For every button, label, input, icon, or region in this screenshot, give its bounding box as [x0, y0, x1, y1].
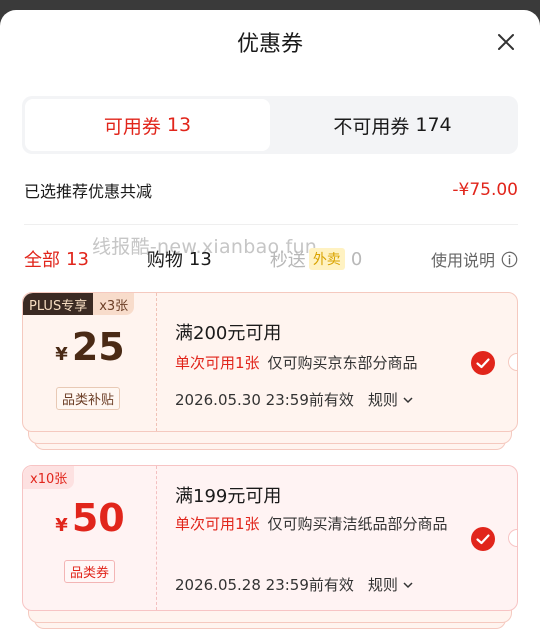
currency-symbol: ¥: [55, 515, 68, 536]
coupon-validity: 2026.05.30 23:59前有效 规则: [175, 389, 414, 410]
chevron-down-icon: [403, 396, 413, 403]
filter-shopping-label: 购物: [146, 250, 183, 271]
coupon-qty: x10张: [23, 466, 75, 489]
scope-text: 仅可购买京东部分商品: [267, 354, 418, 372]
selected-check-icon[interactable]: [471, 527, 495, 551]
usage-help-label: 使用说明: [430, 251, 495, 270]
filter-all[interactable]: 全部 13: [24, 246, 89, 272]
tab-available-label: 可用券: [103, 115, 161, 138]
coupon-validity: 2026.05.28 23:59前有效 规则: [175, 574, 414, 595]
tab-unavailable-count: 174: [415, 114, 452, 136]
currency-symbol: ¥: [55, 344, 68, 365]
coupon-notch: [508, 529, 517, 547]
summary-value: -¥75.00: [452, 180, 518, 200]
usage-help-link[interactable]: 使用说明: [431, 247, 518, 271]
amount-value: 50: [71, 496, 125, 540]
filter-bar: 全部 13 购物 13 秒送 外卖 0 使用说明: [24, 244, 518, 274]
header: 优惠券: [0, 10, 540, 72]
coupon-value-area: PLUS专享 x3张 ¥25 品类补贴: [23, 293, 157, 431]
close-icon: [498, 34, 514, 50]
divider: [24, 224, 518, 225]
tab-unavailable[interactable]: 不可用券 174: [270, 99, 515, 151]
tab-unavailable-label: 不可用券: [333, 115, 410, 138]
coupon-notch: [508, 353, 517, 371]
coupon-stack-shadow: [28, 430, 512, 444]
coupon-type-tag: 品类补贴: [56, 387, 121, 410]
coupon-value-area: x10张 ¥50 品类券: [23, 466, 157, 610]
filter-miaosong[interactable]: 秒送 外卖 0: [270, 246, 362, 272]
amount-value: 25: [71, 325, 125, 369]
coupon-condition: 满199元可用: [175, 486, 282, 507]
validity-text: 2026.05.30 23:59前有效: [175, 391, 354, 409]
chevron-down-icon: [403, 581, 413, 588]
rule-toggle[interactable]: 规则: [368, 389, 414, 410]
coupon-stack-shadow: [28, 609, 512, 623]
coupon-body: PLUS专享 x3张 ¥25 品类补贴 满200元可用 单次可用1张 仅可购买京东…: [22, 292, 518, 432]
coupon-sheet: 优惠券 可用券 13 不可用券 174 已选推荐优惠共减 -¥75.00 线报酷…: [0, 10, 540, 633]
rule-toggle[interactable]: 规则: [368, 574, 414, 595]
tab-available[interactable]: 可用券 13: [25, 99, 270, 151]
info-icon: [501, 251, 518, 267]
filter-miaosong-label: 秒送: [269, 250, 306, 271]
coupon-scope: 单次可用1张 仅可购买京东部分商品: [175, 351, 465, 375]
filter-shopping-count: 13: [188, 248, 212, 270]
coupon-amount: ¥50: [23, 496, 157, 548]
coupon-detail: 满200元可用 单次可用1张 仅可购买京东部分商品 2026.05.30 23:5…: [175, 293, 467, 431]
summary-label: 已选推荐优惠共减: [24, 182, 153, 201]
coupon-tabs: 可用券 13 不可用券 174: [22, 96, 518, 154]
coupon-amount: ¥25: [23, 325, 157, 377]
coupon-card[interactable]: x10张 ¥50 品类券 满199元可用 单次可用1张 仅可购买清洁纸品部分商品 …: [22, 465, 518, 633]
tab-available-count: 13: [166, 114, 192, 136]
close-button[interactable]: [494, 30, 518, 54]
validity-text: 2026.05.28 23:59前有效: [175, 576, 354, 594]
filter-all-label: 全部: [24, 250, 60, 271]
waimai-tag: 外卖: [308, 248, 345, 270]
coupon-type-tag: 品类券: [64, 560, 116, 583]
plus-label: PLUS专享: [23, 293, 94, 315]
coupon-detail: 满199元可用 单次可用1张 仅可购买清洁纸品部分商品 2026.05.28 23…: [175, 466, 467, 610]
discount-summary: 已选推荐优惠共减 -¥75.00: [24, 178, 518, 202]
coupon-card[interactable]: PLUS专享 x3张 ¥25 品类补贴 满200元可用 单次可用1张 仅可购买京东…: [22, 292, 518, 452]
coupon-qty: x3张: [93, 293, 135, 315]
coupon-scope: 单次可用1张 仅可购买清洁纸品部分商品: [175, 512, 460, 536]
rule-label: 规则: [367, 576, 398, 594]
page-title: 优惠券: [236, 32, 303, 57]
coupon-condition: 满200元可用: [175, 323, 282, 344]
once-limit: 单次可用1张: [175, 354, 260, 372]
coupon-body: x10张 ¥50 品类券 满199元可用 单次可用1张 仅可购买清洁纸品部分商品 …: [22, 465, 518, 611]
scope-text: 仅可购买清洁纸品部分商品: [267, 515, 448, 533]
selected-check-icon[interactable]: [471, 351, 495, 375]
once-limit: 单次可用1张: [175, 515, 260, 533]
filter-shopping[interactable]: 购物 13: [147, 246, 212, 272]
filter-miaosong-count: 0: [350, 248, 363, 270]
plus-badge: PLUS专享 x3张: [23, 293, 135, 315]
filter-all-count: 13: [66, 248, 89, 270]
rule-label: 规则: [367, 391, 398, 409]
